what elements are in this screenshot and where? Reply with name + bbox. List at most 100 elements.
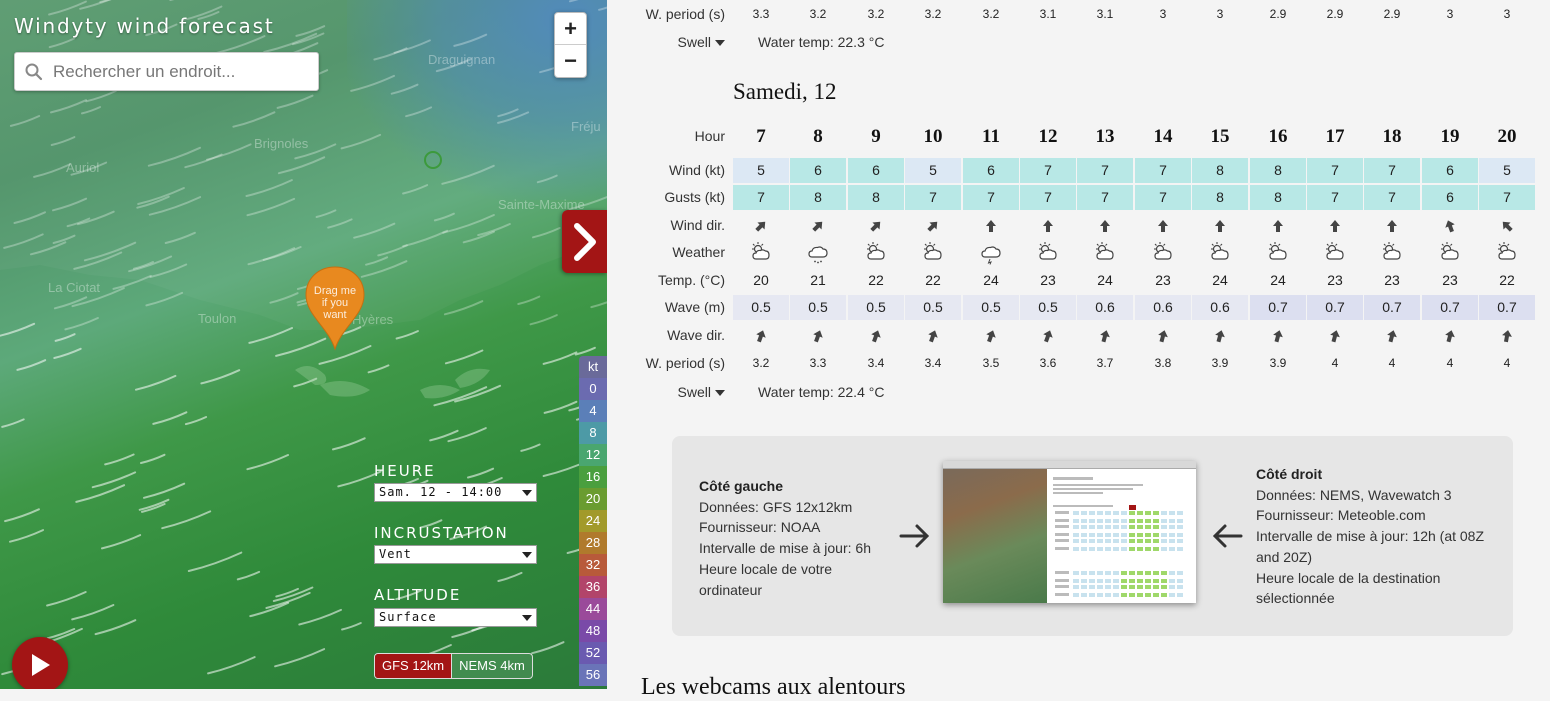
wave-cell: 0.7 [1364,295,1420,320]
info-line: Fournisseur: Meteoble.com [1256,507,1426,524]
row-label: Weather [672,244,725,260]
prev-periods-cell: 3 [1503,7,1511,21]
zoom-in-button[interactable]: + [555,13,586,45]
model-toggle: GFS 12km NEMS 4km [374,653,533,679]
wave-cell: 0.7 [1422,295,1478,320]
altitude-value: Surface [379,610,437,624]
wave-row: Wave (m) 0.5 0.5 0.5 0.5 0.5 0.5 0.6 0.6 0.6 0.7 0… [607,295,1550,320]
direction-arrow-icon [905,213,961,238]
legend-unit: kt [579,356,607,378]
dropdown-caret-icon [522,552,532,558]
direction-arrow-icon [848,213,904,238]
legend-step: 12 [579,444,607,466]
wind-cell: 5 [1479,158,1535,183]
partly-cloudy-icon [1364,240,1420,265]
hours-cell: 8 [813,126,823,147]
hours-cell: 20 [1497,126,1517,147]
direction-arrow-icon [733,213,789,238]
wind-map[interactable]: Windyty wind forecast + − Draguignan Bri… [0,0,607,689]
wind-row: Wind (kt) 56656777887765 [607,158,1550,183]
zoom-control: + − [554,12,587,78]
location-pin[interactable]: Drag me if you want [304,265,366,351]
direction-arrow-icon [1077,323,1133,348]
row-label: Wave (m) [664,299,725,315]
direction-arrow-icon [1250,323,1306,348]
gusts-cell: 7 [1307,185,1363,210]
info-line: Données: NEMS, Wavewatch 3 [1256,486,1452,503]
model-gfs-button[interactable]: GFS 12km [375,654,452,678]
swell-dropdown[interactable]: Swell [607,381,725,403]
prev-periods-cell: 3.3 [752,7,770,21]
prev-periods-cell: 3.1 [1096,7,1114,21]
rain-cloud-icon [790,240,846,265]
row-label: W. period (s) [645,6,725,22]
temp-cell: 21 [810,272,826,288]
prev-swell-row: Swell Water temp: 22.3 °C [607,31,1007,53]
partly-cloudy-icon [905,240,961,265]
direction-arrow-icon [1192,213,1248,238]
direction-arrow-icon [905,323,961,348]
swell-dropdown[interactable]: Swell [607,31,725,53]
wind-cell: 6 [848,158,904,183]
arrow-left-icon [1212,524,1243,548]
temp-row: Temp. (°C) 20 21 22 22 24 23 24 23 24 24 23 23 23 22 [607,268,1550,293]
gusts-row: Gusts (kt) 78877777887767 [607,185,1550,210]
incrustation-value: Vent [379,547,412,561]
direction-arrow-icon [1364,323,1420,348]
period-cell: 4 [1388,356,1396,370]
legend-step: 52 [579,642,607,664]
water-temp: Water temp: 22.4 °C [758,384,885,400]
search-box[interactable] [14,52,319,91]
gusts-cell: 7 [1364,185,1420,210]
legend-step: 20 [579,488,607,510]
model-nems-button[interactable]: NEMS 4km [451,654,532,678]
pin-text: Drag me if you want [304,285,366,321]
legend-step: 8 [579,422,607,444]
partly-cloudy-icon [1422,240,1478,265]
temp-cell: 23 [1327,272,1343,288]
direction-arrow-icon [848,323,904,348]
direction-arrow-icon [1307,323,1363,348]
direction-arrow-icon [1422,213,1478,238]
temp-cell: 24 [983,272,999,288]
city-label: Brignoles [254,136,309,151]
info-line: Intervalle de mise à jour: 12h (at 08Z a… [1256,528,1485,565]
hours-cell: 7 [756,126,766,147]
app-title: Windyty wind forecast [14,14,275,38]
gusts-cell: 7 [733,185,789,210]
prev-periods-cell: 2.9 [1269,7,1287,21]
wave-cell: 0.6 [1192,295,1248,320]
info-line: Heure locale de la destination sélection… [1256,569,1441,607]
altitude-select[interactable]: Surface [374,608,537,627]
heure-select[interactable]: Sam. 12 - 14:00 [374,483,537,502]
search-input[interactable] [53,61,303,82]
zoom-out-button[interactable]: − [555,45,586,77]
wave-cell: 0.5 [790,295,846,320]
period-cell: 3.3 [809,356,827,370]
pin-text-line: Drag me [313,285,357,297]
wave-dir-row: Wave dir. [607,323,1550,348]
hours-cell: 19 [1440,126,1460,147]
day-title: Samedi, 12 [733,79,837,104]
legend-step: 48 [579,620,607,642]
hours-cell: 18 [1382,126,1402,147]
panel-toggle-button[interactable] [562,210,607,273]
gusts-cell: 7 [905,185,961,210]
direction-arrow-icon [1364,213,1420,238]
info-box: Côté gauche Données: GFS 12x12km Fournis… [672,436,1513,636]
play-button[interactable] [12,637,68,689]
prev-periods-cell: 3.1 [1039,7,1057,21]
wind-cell: 7 [1135,158,1191,183]
legend-step: 0 [579,378,607,400]
prev-period-row: W. period (s) 3.3 3.2 3.2 3.2 3.2 3.1 3.1 3 3 2.9… [607,2,1550,27]
webcams-heading: Les webcams aux alentours [641,674,906,700]
dropdown-caret-icon [522,490,532,496]
wind-cell: 5 [905,158,961,183]
incrustation-select[interactable]: Vent [374,545,537,564]
gusts-cell: 8 [1250,185,1306,210]
hours-cell: 13 [1095,126,1115,147]
gusts-cell: 8 [790,185,846,210]
temp-cell: 22 [1499,272,1515,288]
direction-arrow-icon [1020,323,1076,348]
city-label: Draguignan [428,52,496,67]
